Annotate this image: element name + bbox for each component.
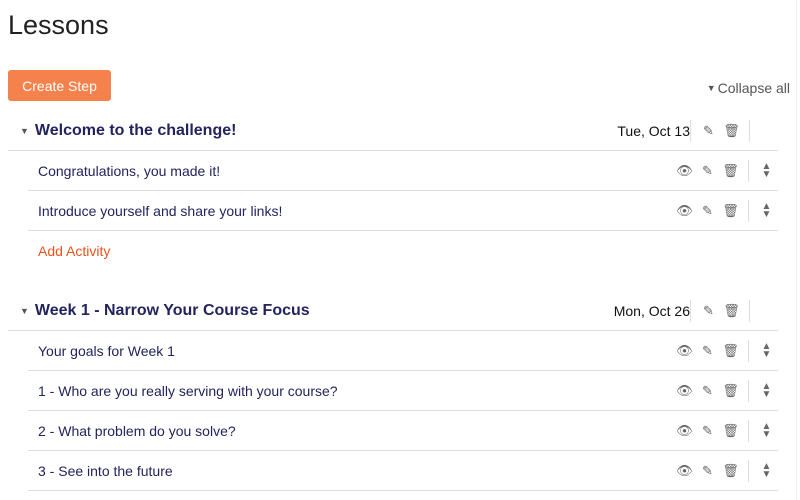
activity-title[interactable]: 3 - See into the future [38,463,173,479]
caret-down-icon[interactable]: ▼ [20,126,29,136]
trash-icon[interactable]: 🗑 [719,383,742,399]
pencil-icon[interactable]: ✎ [697,123,720,139]
eye-icon[interactable]: 👁 [673,383,696,399]
sort-handle-icon[interactable]: ▲ ▼ [755,161,778,179]
collapse-all-button[interactable]: ▼ Collapse all [707,80,790,96]
sort-handle-icon[interactable]: ▲ ▼ [755,341,778,359]
pencil-icon[interactable]: ✎ [696,383,719,399]
activity-title[interactable]: 2 - What problem do you solve? [38,423,236,439]
page-title: Lessons [8,10,109,40]
trash-icon[interactable]: 🗑 [719,163,742,179]
divider [749,299,750,322]
list-item: 1 - Who are you really serving with your… [28,371,778,411]
eye-icon[interactable]: 👁 [673,463,696,479]
section-date: Mon, Oct 26 [613,302,690,319]
divider [690,299,691,322]
create-step-button[interactable]: Create Step [8,70,111,101]
activity-title[interactable]: Your goals for Week 1 [38,343,175,359]
pencil-icon[interactable]: ✎ [696,163,719,179]
trash-icon[interactable]: 🗑 [719,423,742,439]
eye-icon[interactable]: 👁 [673,423,696,439]
trash-icon[interactable]: 🗑 [719,343,742,359]
section-date: Tue, Oct 13 [617,122,690,139]
lesson-section: ▼ Week 1 - Narrow Your Course Focus Mon,… [8,291,778,491]
pencil-icon[interactable]: ✎ [696,463,719,479]
section-title[interactable]: Week 1 - Narrow Your Course Focus [35,302,310,320]
list-item: 2 - What problem do you solve? 👁 ✎ 🗑 ▲ ▼ [28,411,778,451]
list-item: Congratulations, you made it! 👁 ✎ 🗑 ▲ ▼ [28,151,778,191]
sort-handle-icon[interactable]: ▲ ▼ [755,421,778,439]
pencil-icon[interactable]: ✎ [696,423,719,439]
pencil-icon[interactable]: ✎ [696,343,719,359]
sort-handle-icon[interactable]: ▲ ▼ [755,201,778,219]
trash-icon[interactable]: 🗑 [720,123,743,139]
collapse-all-label: Collapse all [717,80,790,96]
divider [748,159,749,182]
trash-icon[interactable]: 🗑 [720,303,743,319]
scrollbar[interactable] [796,0,800,500]
divider [749,119,750,142]
divider [748,339,749,362]
section-header: ▼ Week 1 - Narrow Your Course Focus Mon,… [8,291,778,331]
list-item: 3 - See into the future 👁 ✎ 🗑 ▲ ▼ [28,451,778,491]
eye-icon[interactable]: 👁 [673,203,696,219]
eye-icon[interactable]: 👁 [673,343,696,359]
list-item: Introduce yourself and share your links!… [28,191,778,231]
pencil-icon[interactable]: ✎ [696,203,719,219]
eye-icon[interactable]: 👁 [673,163,696,179]
activity-title[interactable]: Congratulations, you made it! [38,163,220,179]
sort-handle-icon[interactable]: ▲ ▼ [755,381,778,399]
divider [748,459,749,482]
add-activity-link[interactable]: Add Activity [38,231,778,271]
sort-handle-icon[interactable]: ▲ ▼ [755,461,778,479]
pencil-icon[interactable]: ✎ [697,303,720,319]
activity-title[interactable]: 1 - Who are you really serving with your… [38,383,338,399]
trash-icon[interactable]: 🗑 [719,463,742,479]
section-title[interactable]: Welcome to the challenge! [35,122,237,140]
caret-down-icon[interactable]: ▼ [20,306,29,316]
section-header: ▼ Welcome to the challenge! Tue, Oct 13 … [8,111,778,151]
divider [690,119,691,142]
trash-icon[interactable]: 🗑 [719,203,742,219]
caret-down-icon: ▼ [706,83,716,93]
lesson-section: ▼ Welcome to the challenge! Tue, Oct 13 … [8,111,778,271]
divider [748,419,749,442]
divider [748,199,749,222]
list-item: Your goals for Week 1 👁 ✎ 🗑 ▲ ▼ [28,331,778,371]
activity-title[interactable]: Introduce yourself and share your links! [38,203,282,219]
divider [748,379,749,402]
